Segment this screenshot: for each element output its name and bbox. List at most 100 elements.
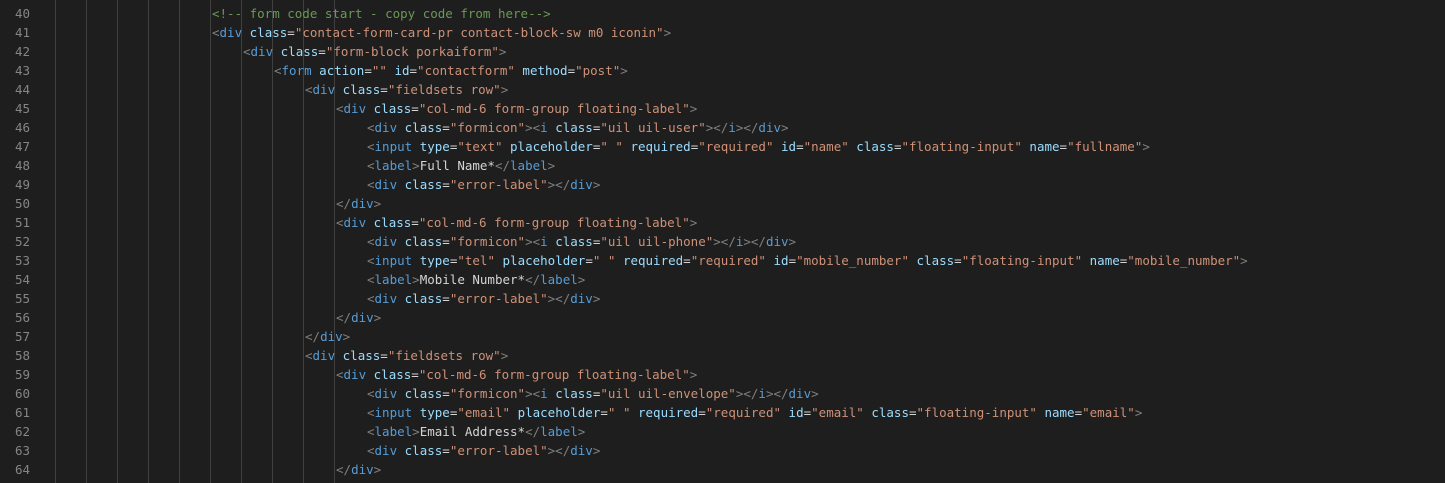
code-token: label <box>374 158 413 173</box>
code-token: = <box>1059 139 1068 154</box>
code-token: "floating-input" <box>901 139 1022 154</box>
code-token: < <box>336 215 344 230</box>
code-token: >< <box>525 386 541 401</box>
line-number: 53 <box>14 253 30 268</box>
code-token: method <box>522 63 568 78</box>
code-line[interactable]: 49 <div class="error-label"></div> <box>0 175 1445 194</box>
code-token: < <box>367 139 375 154</box>
code-line[interactable]: 50 </div> <box>0 194 1445 213</box>
code-text: <div class="col-md-6 form-group floating… <box>336 365 697 384</box>
code-token: > <box>781 120 789 135</box>
code-editor[interactable]: 40 <!-- form code start - copy code from … <box>0 0 1445 483</box>
code-token: " " <box>600 139 623 154</box>
code-text: <label>Email Address*</label> <box>367 422 585 441</box>
code-text: <div class="formicon"><i class="uil uil-… <box>367 384 819 403</box>
code-text: <div class="col-md-6 form-group floating… <box>336 213 697 232</box>
code-line[interactable]: 43 <form action="" id="contactform" metho… <box>0 61 1445 80</box>
code-token: div <box>788 386 812 401</box>
code-token: = <box>442 234 450 249</box>
line-number: 46 <box>14 120 30 135</box>
code-line[interactable]: 52 <div class="formicon"><i class="uil ui… <box>0 232 1445 251</box>
code-token: class <box>555 386 593 401</box>
code-token: = <box>683 253 691 268</box>
code-line[interactable]: 59 <div class="col-md-6 form-group floati… <box>0 365 1445 384</box>
code-line[interactable]: 61 <input type="email" placeholder=" " re… <box>0 403 1445 422</box>
code-token: < <box>367 386 375 401</box>
code-token: class <box>249 25 288 40</box>
code-line[interactable]: 42 <div class="form-block porkaiform"> <box>0 42 1445 61</box>
code-line[interactable]: 46 <div class="formicon"><i class="uil ui… <box>0 118 1445 137</box>
code-token: input <box>374 405 413 420</box>
code-token: > <box>592 177 601 192</box>
line-number: 42 <box>14 44 30 59</box>
code-token: > <box>500 82 509 97</box>
code-token: = <box>411 367 419 382</box>
code-token: < <box>367 234 375 249</box>
code-token: < <box>274 63 282 78</box>
code-token: = <box>364 63 372 78</box>
line-number: 45 <box>14 101 30 116</box>
code-line[interactable]: 60 <div class="formicon"><i class="uil ui… <box>0 384 1445 403</box>
code-token: i <box>540 120 548 135</box>
code-line[interactable]: 55 <div class="error-label"></div> <box>0 289 1445 308</box>
code-line[interactable]: 53 <input type="tel" placeholder=" " requ… <box>0 251 1445 270</box>
code-token: "floating-input" <box>961 253 1083 268</box>
code-token: = <box>585 253 593 268</box>
code-text: <div class="error-label"></div> <box>367 441 600 460</box>
code-token: label <box>540 424 578 439</box>
code-token: ></ <box>735 120 759 135</box>
code-token: "col-md-6 form-group floating-label" <box>418 367 690 382</box>
code-token: "text" <box>457 139 503 154</box>
code-token: = <box>954 253 962 268</box>
code-line[interactable]: 62 <label>Email Address*</label> <box>0 422 1445 441</box>
code-token: div <box>570 291 593 306</box>
code-token: "required" <box>698 139 774 154</box>
code-text: <input type="tel" placeholder=" " requir… <box>367 251 1248 270</box>
code-line[interactable]: 58 <div class="fieldsets row"> <box>0 346 1445 365</box>
code-token: i <box>728 120 736 135</box>
line-number: 58 <box>14 348 30 363</box>
code-token: Mobile Number* <box>419 272 526 287</box>
code-token: > <box>1240 253 1248 268</box>
code-line[interactable]: 45 <div class="col-md-6 form-group floati… <box>0 99 1445 118</box>
code-token: = <box>287 25 295 40</box>
code-token: "formicon" <box>449 234 526 249</box>
code-token: "error-label" <box>449 177 548 192</box>
code-token: class <box>404 386 443 401</box>
code-token: div <box>374 443 398 458</box>
code-token: Full Name* <box>419 158 495 173</box>
code-token: id <box>781 139 797 154</box>
code-token: label <box>374 424 413 439</box>
code-token: < <box>305 82 313 97</box>
code-token: "tel" <box>457 253 495 268</box>
code-token: div <box>374 386 398 401</box>
code-line[interactable]: 47 <input type = "text" placeholder = " " req… <box>0 137 1445 156</box>
code-token: ></ <box>713 234 736 249</box>
code-token: class <box>373 215 412 230</box>
code-line[interactable]: 41 <div class="contact-form-card-pr conta… <box>0 23 1445 42</box>
code-token: Email Address* <box>419 424 526 439</box>
code-text: <label>Mobile Number*</label> <box>367 270 585 289</box>
code-line[interactable]: 44 <div class="fieldsets row"> <box>0 80 1445 99</box>
code-line[interactable]: 54 <label>Mobile Number*</label> <box>0 270 1445 289</box>
code-text: <input type = "text" placeholder = " " requi… <box>367 137 1150 156</box>
code-token: id <box>788 405 804 420</box>
code-token: = <box>796 139 804 154</box>
line-number: 62 <box>14 424 30 439</box>
code-line[interactable]: 56 </div> <box>0 308 1445 327</box>
code-token: label <box>510 158 548 173</box>
code-token: "uil uil-envelope" <box>600 386 736 401</box>
code-line[interactable]: 51 <div class="col-md-6 form-group floati… <box>0 213 1445 232</box>
code-line[interactable]: 48 <label>Full Name*</label> <box>0 156 1445 175</box>
code-token: name <box>1029 139 1060 154</box>
code-line[interactable]: 64 </div> <box>0 460 1445 479</box>
code-line[interactable]: 40 <!-- form code start - copy code from … <box>0 4 1445 23</box>
code-token: div <box>219 25 243 40</box>
code-line[interactable]: 57 </div> <box>0 327 1445 346</box>
code-token: ></ <box>765 386 789 401</box>
code-token: > <box>592 443 601 458</box>
code-line[interactable]: 63 <div class="error-label"></div> <box>0 441 1445 460</box>
